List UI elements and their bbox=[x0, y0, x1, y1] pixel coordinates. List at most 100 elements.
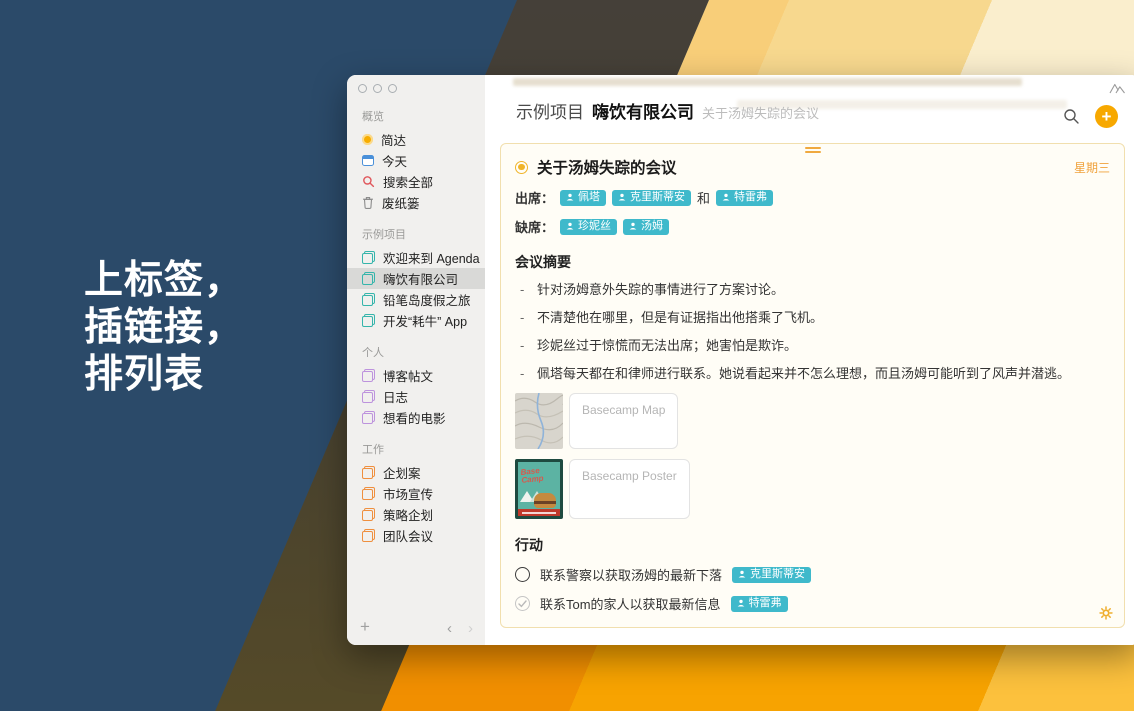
note-settings-gear-icon[interactable] bbox=[1099, 606, 1113, 620]
sidebar-item-label: 铅笔岛度假之旅 bbox=[383, 290, 471, 309]
notes-icon bbox=[362, 487, 375, 500]
breadcrumb-note-title: 关于汤姆失踪的会议 bbox=[702, 103, 819, 122]
sidebar-list: 概览 简达 今天 搜索全部 废纸篓 示例项目 欢迎来到 Agenda bbox=[347, 75, 485, 546]
drag-handle[interactable] bbox=[805, 147, 821, 155]
sidebar-section-overview: 概览 bbox=[347, 108, 485, 124]
attachment-basecamp-map[interactable]: Basecamp Map bbox=[515, 393, 1110, 449]
trash-icon bbox=[362, 196, 374, 209]
search-icon[interactable] bbox=[1063, 108, 1080, 125]
sidebar-item-label: 简达 bbox=[381, 130, 406, 149]
poster-thumbnail: Base Camp bbox=[515, 459, 563, 519]
sidebar-item-haiyin-company[interactable]: 嗨饮有限公司 bbox=[347, 268, 485, 289]
notes-icon bbox=[362, 251, 375, 264]
sidebar-item-label: 开发“耗牛” App bbox=[383, 311, 467, 330]
checkbox-checked[interactable] bbox=[515, 596, 530, 611]
summary-bullet: -不清楚他在哪里，但是有证据指出他搭乘了飞机。 bbox=[515, 309, 1110, 328]
ghost-text-artifact bbox=[513, 78, 1022, 86]
attendance-label: 出席： bbox=[515, 188, 554, 207]
sidebar-item-trash[interactable]: 废纸篓 bbox=[347, 192, 485, 213]
on-the-agenda-icon[interactable] bbox=[515, 161, 528, 174]
sidebar-item-jianda[interactable]: 简达 bbox=[347, 129, 485, 150]
notes-icon bbox=[362, 508, 375, 521]
sidebar-item-strategy[interactable]: 策略企划 bbox=[347, 504, 485, 525]
person-tag[interactable]: 克里斯蒂安 bbox=[732, 567, 811, 583]
breadcrumb: 示例项目 嗨饮有限公司 关于汤姆失踪的会议 bbox=[516, 98, 819, 123]
attendance-row-absent: 缺席： 珍妮丝 汤姆 bbox=[515, 217, 1110, 236]
attachment-basecamp-poster[interactable]: Base Camp Basecamp Poster bbox=[515, 459, 1110, 519]
sidebar-section-sample-projects: 示例项目 bbox=[347, 226, 485, 242]
sidebar-section-personal: 个人 bbox=[347, 344, 485, 360]
notes-list: 关于汤姆失踪的会议 星期三 出席： 佩塔 克里斯蒂安 和 特雷弗 缺席： 珍妮丝… bbox=[485, 137, 1134, 645]
person-tag[interactable]: 汤姆 bbox=[623, 219, 669, 235]
forward-chevron-button[interactable]: › bbox=[468, 620, 473, 637]
todo-text: 联系警察以获取汤姆的最新下落 bbox=[540, 565, 722, 584]
sidebar-item-search-all[interactable]: 搜索全部 bbox=[347, 171, 485, 192]
notes-icon bbox=[362, 293, 375, 306]
breadcrumb-category[interactable]: 示例项目 bbox=[516, 98, 584, 123]
sidebar: 概览 简达 今天 搜索全部 废纸篓 示例项目 欢迎来到 Agenda bbox=[347, 75, 485, 645]
close-window-button[interactable] bbox=[358, 84, 367, 93]
sidebar-item-yak-app[interactable]: 开发“耗牛” App bbox=[347, 310, 485, 331]
window-controls bbox=[358, 84, 397, 93]
sidebar-item-label: 搜索全部 bbox=[383, 172, 433, 191]
sidebar-item-label: 废纸篓 bbox=[382, 193, 420, 212]
poster-banner bbox=[518, 509, 560, 516]
notes-icon bbox=[362, 314, 375, 327]
person-icon bbox=[566, 222, 574, 230]
sidebar-item-blog-posts[interactable]: 博客帖文 bbox=[347, 365, 485, 386]
sidebar-item-pencil-island-trip[interactable]: 铅笔岛度假之旅 bbox=[347, 289, 485, 310]
sidebar-history-nav: ‹ › bbox=[447, 620, 473, 637]
person-icon bbox=[629, 222, 637, 230]
new-note-button[interactable]: + bbox=[1095, 105, 1118, 128]
main-panel: 示例项目 嗨饮有限公司 关于汤姆失踪的会议 + 关于汤姆失踪的会议 星期三 出席… bbox=[485, 75, 1134, 645]
sidebar-item-proposal[interactable]: 企划案 bbox=[347, 462, 485, 483]
todo-item: 联系Tom的家人以获取最新信息 特雷弗 bbox=[515, 594, 1110, 613]
person-tag[interactable]: 特雷弗 bbox=[716, 190, 773, 206]
note-title: 关于佩塔的发现的会议 bbox=[535, 643, 690, 645]
sidebar-section-work: 工作 bbox=[347, 441, 485, 457]
person-tag[interactable]: 佩塔 bbox=[560, 190, 606, 206]
sidebar-item-team-meeting[interactable]: 团队会议 bbox=[347, 525, 485, 546]
bg-band-oranges bbox=[381, 643, 1134, 711]
add-project-button[interactable]: + bbox=[360, 617, 370, 637]
note-card-collapsed[interactable]: 关于佩塔的发现的会议 星期一 出席： 汤姆 佩塔 克里斯蒂安 和 特雷弗 bbox=[500, 643, 1125, 645]
note-date[interactable]: 星期三 bbox=[1074, 159, 1110, 176]
sidebar-item-label: 嗨饮有限公司 bbox=[383, 269, 458, 288]
hero-line-3: 排列表 bbox=[84, 352, 244, 399]
hero-tagline: 上标签， 插链接， 排列表 bbox=[84, 258, 244, 398]
sidebar-item-label: 策略企划 bbox=[383, 505, 433, 524]
summary-bullet: -针对汤姆意外失踪的事情进行了方案讨论。 bbox=[515, 281, 1110, 300]
breadcrumb-project-name[interactable]: 嗨饮有限公司 bbox=[592, 98, 694, 123]
sidebar-item-label: 日志 bbox=[383, 387, 408, 406]
todo-item: 联系警察以获取汤姆的最新下落 克里斯蒂安 bbox=[515, 565, 1110, 584]
calendar-icon bbox=[362, 155, 374, 166]
sidebar-item-label: 市场宣传 bbox=[383, 484, 433, 503]
minimize-window-button[interactable] bbox=[373, 84, 382, 93]
notes-icon bbox=[362, 411, 375, 424]
zoom-window-button[interactable] bbox=[388, 84, 397, 93]
person-tag[interactable]: 珍妮丝 bbox=[560, 219, 617, 235]
person-tag[interactable]: 克里斯蒂安 bbox=[612, 190, 691, 206]
sidebar-item-marketing[interactable]: 市场宣传 bbox=[347, 483, 485, 504]
sidebar-item-movies-to-watch[interactable]: 想看的电影 bbox=[347, 407, 485, 428]
sidebar-item-label: 今天 bbox=[382, 151, 407, 170]
attendance-row-present: 出席： 佩塔 克里斯蒂安 和 特雷弗 bbox=[515, 188, 1110, 207]
note-title: 关于汤姆失踪的会议 bbox=[537, 156, 677, 178]
summary-header: 会议摘要 bbox=[515, 252, 1110, 272]
sidebar-item-welcome-agenda[interactable]: 欢迎来到 Agenda bbox=[347, 247, 485, 268]
checkbox-unchecked[interactable] bbox=[515, 567, 530, 582]
poster-text: Base Camp bbox=[520, 465, 559, 486]
person-tag[interactable]: 特雷弗 bbox=[731, 596, 788, 612]
sidebar-item-label: 博客帖文 bbox=[383, 366, 433, 385]
sidebar-item-journal[interactable]: 日志 bbox=[347, 386, 485, 407]
orange-dot-icon bbox=[362, 134, 373, 145]
notes-icon bbox=[362, 272, 375, 285]
actions-header: 行动 bbox=[515, 535, 1110, 555]
search-icon bbox=[362, 175, 375, 188]
attendance-label: 缺席： bbox=[515, 217, 554, 236]
mountains-icon bbox=[1109, 81, 1126, 94]
back-chevron-button[interactable]: ‹ bbox=[447, 620, 452, 637]
sidebar-item-today[interactable]: 今天 bbox=[347, 150, 485, 171]
notes-icon bbox=[362, 466, 375, 479]
notes-icon bbox=[362, 390, 375, 403]
